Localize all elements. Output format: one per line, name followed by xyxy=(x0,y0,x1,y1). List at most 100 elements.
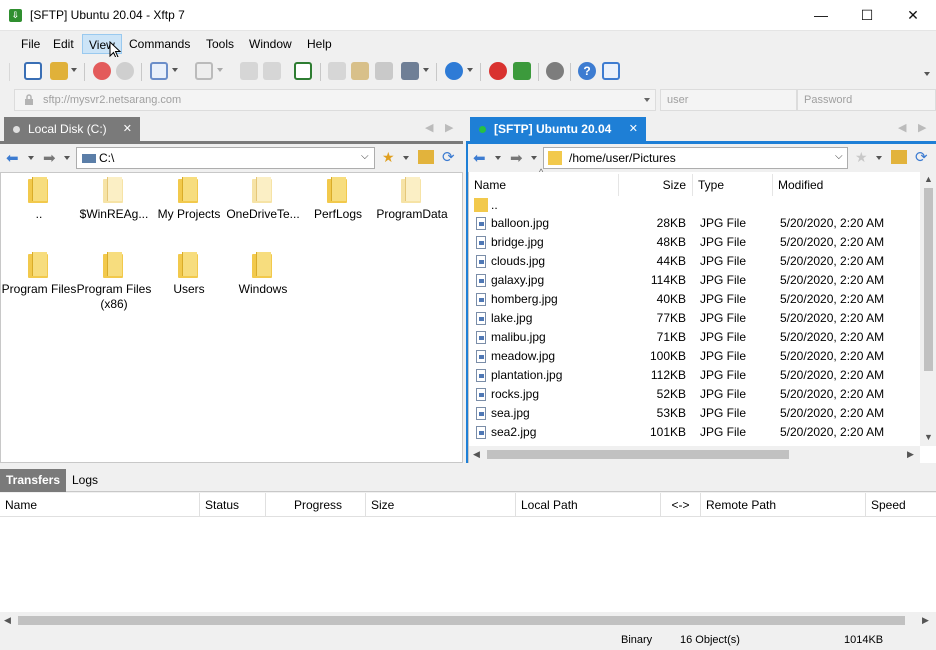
local-file-view[interactable]: .. $WinREAg... My Projects OneDriveTe... Per… xyxy=(0,172,463,463)
tab-scroll-left-icon[interactable]: ◀ xyxy=(425,121,433,134)
close-tab-icon[interactable]: ✕ xyxy=(123,117,132,141)
tab-scroll-right-icon[interactable]: ▶ xyxy=(918,121,926,134)
folder-item[interactable]: .. xyxy=(1,177,77,222)
scroll-thumb[interactable] xyxy=(924,188,933,371)
forward-arrow-icon[interactable]: ➡ xyxy=(510,149,523,167)
folder-item[interactable]: $WinREAg... xyxy=(76,177,152,222)
open-dropdown-caret[interactable] xyxy=(71,68,77,72)
help-icon[interactable]: ? xyxy=(578,62,596,80)
tab-sftp-session[interactable]: [SFTP] Ubuntu 20.04 ✕ xyxy=(470,117,646,141)
column-header-remote-path[interactable]: Remote Path xyxy=(701,493,866,517)
table-row[interactable]: plantation.jpg 112KB JPG File 5/20/2020, 2:… xyxy=(469,366,919,385)
paste-icon[interactable] xyxy=(351,62,369,80)
globe-dropdown-caret[interactable] xyxy=(467,68,473,72)
new-session-icon[interactable] xyxy=(24,62,42,80)
folder-item[interactable]: Program Files (x86) xyxy=(76,252,152,312)
column-header-direction[interactable]: <-> xyxy=(661,493,701,517)
horizontal-scrollbar[interactable]: ◀ ▶ xyxy=(0,612,936,629)
table-row[interactable]: sea2.jpg 101KB JPG File 5/20/2020, 2:20 AM xyxy=(469,423,919,442)
column-header-local-path[interactable]: Local Path xyxy=(516,493,661,517)
refresh-icon[interactable]: ⟳ xyxy=(442,148,455,166)
column-header-status[interactable]: Status xyxy=(200,493,266,517)
scroll-down-icon[interactable]: ▼ xyxy=(924,432,933,442)
favorites-dropdown-caret[interactable] xyxy=(403,156,409,160)
refresh-icon[interactable]: ⟳ xyxy=(915,148,928,166)
folder-item[interactable]: Program Files xyxy=(1,252,77,297)
folder-item[interactable]: Windows xyxy=(225,252,301,297)
menu-help[interactable]: Help xyxy=(301,34,338,54)
scroll-thumb[interactable] xyxy=(487,450,789,459)
column-header-modified[interactable]: Modified xyxy=(773,174,919,196)
table-row[interactable]: meadow.jpg 100KB JPG File 5/20/2020, 2:20 A… xyxy=(469,347,919,366)
remote-file-list[interactable]: Name ^ Size Type Modified .. balloon.jpg… xyxy=(468,167,936,463)
horizontal-scrollbar[interactable]: ◀ ▶ xyxy=(469,446,920,463)
list-item-updir[interactable]: .. xyxy=(469,196,919,215)
path-dropdown-chevron-icon[interactable]: ⌵ xyxy=(835,151,843,162)
column-header-size[interactable]: Size xyxy=(366,493,516,517)
tab-scroll-left-icon[interactable]: ◀ xyxy=(898,121,906,134)
open-folder-icon[interactable] xyxy=(50,62,68,80)
folder-item[interactable]: OneDriveTe... xyxy=(225,177,301,222)
column-header-size[interactable]: Size xyxy=(619,174,693,196)
close-button[interactable]: ✕ xyxy=(890,0,936,31)
table-row[interactable]: sea.jpg 53KB JPG File 5/20/2020, 2:20 AM xyxy=(469,404,919,423)
home-folder-icon[interactable] xyxy=(418,150,434,164)
tab-local-disk[interactable]: Local Disk (C:) ✕ xyxy=(4,117,140,141)
favorites-star-icon[interactable]: ★ xyxy=(382,149,395,166)
password-input[interactable]: Password xyxy=(797,89,936,111)
scroll-right-icon[interactable]: ▶ xyxy=(922,615,929,626)
column-header-name[interactable]: Name xyxy=(0,493,200,517)
table-row[interactable]: balloon.jpg 28KB JPG File 5/20/2020, 2:20 A… xyxy=(469,214,919,233)
xftp-icon[interactable] xyxy=(513,62,531,80)
chat-icon[interactable] xyxy=(602,62,620,80)
table-row[interactable]: homberg.jpg 40KB JPG File 5/20/2020, 2:20 A… xyxy=(469,290,919,309)
view-mode-icon[interactable] xyxy=(401,62,419,80)
table-row[interactable]: clouds.jpg 44KB JPG File 5/20/2020, 2:20 AM xyxy=(469,252,919,271)
forward-dropdown-caret[interactable] xyxy=(531,156,537,160)
gear-icon[interactable] xyxy=(546,62,564,80)
home-folder-icon[interactable] xyxy=(891,150,907,164)
scroll-left-icon[interactable]: ◀ xyxy=(4,615,11,626)
tab-logs[interactable]: Logs xyxy=(66,469,104,492)
folder-item[interactable]: ProgramData xyxy=(374,177,450,222)
local-path-input[interactable]: C:\ xyxy=(76,147,375,169)
folder-item[interactable]: PerfLogs xyxy=(300,177,376,222)
table-row[interactable]: rocks.jpg 52KB JPG File 5/20/2020, 2:20 AM xyxy=(469,385,919,404)
scroll-thumb[interactable] xyxy=(18,616,905,625)
view-mode-dropdown-caret[interactable] xyxy=(423,68,429,72)
back-dropdown-caret[interactable] xyxy=(495,156,501,160)
maximize-button[interactable]: ☐ xyxy=(844,0,890,31)
table-row[interactable]: malibu.jpg 71KB JPG File 5/20/2020, 2:20 AM xyxy=(469,328,919,347)
menu-commands[interactable]: Commands xyxy=(123,34,196,54)
folder-item[interactable]: Users xyxy=(151,252,227,297)
path-dropdown-chevron-icon[interactable]: ⌵ xyxy=(361,151,369,162)
back-dropdown-caret[interactable] xyxy=(28,156,34,160)
minimize-button[interactable]: — xyxy=(798,0,844,31)
user-input[interactable]: user xyxy=(660,89,797,111)
table-row[interactable]: lake.jpg 77KB JPG File 5/20/2020, 2:20 AM xyxy=(469,309,919,328)
column-header-progress[interactable]: Progress xyxy=(266,493,366,517)
properties-icon[interactable] xyxy=(150,62,168,80)
table-row[interactable]: bridge.jpg 48KB JPG File 5/20/2020, 2:20 AM xyxy=(469,233,919,252)
xshell-icon[interactable] xyxy=(489,62,507,80)
scroll-up-icon[interactable]: ▲ xyxy=(924,174,933,184)
back-arrow-icon[interactable]: ⬅ xyxy=(6,149,19,167)
sync-icon[interactable] xyxy=(294,62,312,80)
menu-file[interactable]: File xyxy=(15,34,46,54)
forward-arrow-icon[interactable]: ➡ xyxy=(43,149,56,167)
vertical-scrollbar[interactable]: ▲ ▼ xyxy=(920,172,936,446)
close-tab-icon[interactable]: ✕ xyxy=(629,117,638,141)
scroll-right-icon[interactable]: ▶ xyxy=(907,449,914,460)
host-input[interactable]: sftp://mysvr2.netsarang.com xyxy=(14,89,656,111)
forward-dropdown-caret[interactable] xyxy=(64,156,70,160)
toolbar-overflow-caret[interactable] xyxy=(924,72,930,76)
tab-scroll-right-icon[interactable]: ▶ xyxy=(445,121,453,134)
column-header-type[interactable]: Type xyxy=(693,174,773,196)
column-header-name[interactable]: Name xyxy=(469,174,619,196)
tab-transfers[interactable]: Transfers xyxy=(0,469,67,492)
disconnect-icon[interactable] xyxy=(93,62,111,80)
column-header-speed[interactable]: Speed xyxy=(866,493,936,517)
host-dropdown-caret[interactable] xyxy=(644,98,650,102)
remote-path-input[interactable]: /home/user/Pictures xyxy=(543,147,848,169)
folder-item[interactable]: My Projects xyxy=(151,177,227,222)
